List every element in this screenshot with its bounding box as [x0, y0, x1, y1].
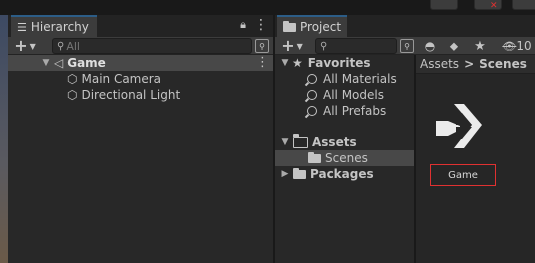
hierarchy-search-field[interactable]: ⚲: [52, 38, 252, 54]
hierarchy-item[interactable]: ⬡ Directional Light: [8, 87, 273, 103]
tab-label: Hierarchy: [30, 20, 89, 34]
scene-name: Game: [67, 56, 106, 70]
breadcrumb-current[interactable]: Scenes: [479, 57, 527, 71]
list-icon: ☰: [17, 20, 27, 34]
search-icon: ⚲: [57, 40, 65, 52]
hierarchy-item-label: Main Camera: [81, 72, 162, 86]
expand-triangle-icon: ▼: [281, 137, 289, 147]
project-search-field[interactable]: ⚲: [315, 38, 397, 54]
search-toolbar-button[interactable]: [430, 0, 458, 10]
tree-item-favorites[interactable]: ▼ ★ Favorites: [275, 55, 414, 71]
kebab-menu-icon[interactable]: ⋮: [254, 15, 268, 35]
search-icon: [307, 90, 317, 100]
folder-icon: [308, 151, 321, 163]
unity-scene-icon: ◁: [54, 56, 64, 70]
expand-triangle-icon: ▼: [42, 58, 50, 68]
breadcrumb-separator: >: [464, 57, 475, 71]
gameobject-cube-icon: ⬡: [67, 72, 78, 86]
scene-view-edge: [0, 15, 8, 263]
scene-search-icon[interactable]: ⚲: [255, 39, 269, 53]
tab-hierarchy[interactable]: ☰ Hierarchy: [11, 15, 97, 37]
tree-item-scenes[interactable]: Scenes: [275, 150, 414, 166]
create-button[interactable]: + ▼: [279, 37, 305, 55]
folder-open-icon: [292, 134, 308, 148]
hierarchy-search-input[interactable]: [64, 39, 251, 53]
tree-item-label: Assets: [312, 135, 357, 149]
filter-by-type-icon[interactable]: ◓: [421, 37, 439, 55]
star-icon: ★: [292, 56, 303, 70]
gameobject-cube-icon: ⬡: [67, 88, 78, 102]
favorites-star-icon[interactable]: ★: [471, 37, 489, 55]
search-by-type-icon[interactable]: ⚲: [400, 39, 414, 53]
tree-item-label: All Materials: [323, 72, 397, 86]
breadcrumb-root[interactable]: Assets: [420, 57, 459, 71]
breadcrumb: Assets > Scenes: [416, 55, 535, 74]
project-panel: Project + ▼ ⚲ ⚲ ◓ ⬥ ★ 👁︎ 10 ▼ ★ Favorite…: [275, 15, 535, 263]
project-toolbar: + ▼ ⚲ ⚲ ◓ ⬥ ★ 👁︎ 10: [275, 37, 535, 55]
expand-triangle-icon: ▼: [281, 58, 289, 68]
hierarchy-item[interactable]: ⬡ Main Camera: [8, 71, 273, 87]
project-content-area: Assets > Scenes Game: [416, 55, 535, 263]
account-toolbar-button[interactable]: [512, 0, 535, 10]
hierarchy-item-label: Directional Light: [81, 88, 181, 102]
search-icon: [307, 74, 317, 84]
unity-scene-icon: [436, 104, 482, 148]
asset-name-label[interactable]: Game: [430, 164, 496, 186]
collab-toolbar-button[interactable]: ✕: [474, 0, 502, 11]
lock-icon[interactable]: 🔒︎: [236, 17, 250, 33]
tree-item-favorite[interactable]: All Models: [275, 87, 414, 103]
collapsed-triangle-icon: ▶: [281, 169, 289, 179]
plus-icon: +: [14, 36, 28, 55]
folder-icon: [283, 20, 296, 32]
filter-by-label-icon[interactable]: ⬥: [445, 37, 463, 55]
plus-icon: +: [281, 36, 295, 55]
tree-item-packages[interactable]: ▶ Packages: [275, 166, 414, 182]
chevron-down-icon: ▼: [296, 41, 303, 51]
asset-item[interactable]: Game: [430, 97, 510, 187]
tree-item-label: Favorites: [307, 56, 371, 70]
hidden-packages-count: 10: [516, 39, 532, 53]
editor-top-strip: ✕: [0, 0, 535, 15]
project-folder-tree: ▼ ★ Favorites All Materials All Models A…: [275, 55, 414, 263]
create-button[interactable]: + ▼: [12, 37, 38, 55]
scene-row[interactable]: ▼ ◁ Game ⋮: [8, 55, 273, 71]
hierarchy-toolbar: + ▼ ⚲ ⚲: [8, 37, 273, 55]
tree-item-favorite[interactable]: All Prefabs: [275, 103, 414, 119]
project-search-input[interactable]: [327, 39, 396, 53]
search-icon: [307, 106, 317, 116]
eye-slash-icon: 👁︎: [502, 39, 517, 53]
hierarchy-panel: ☰ Hierarchy 🔒︎ ⋮ + ▼ ⚲ ⚲ ▼ ◁ Game ⋮ ⬡ Ma…: [8, 15, 273, 263]
tree-item-assets[interactable]: ▼ Assets: [275, 134, 414, 150]
tree-item-label: All Prefabs: [323, 104, 387, 118]
tree-item-label: All Models: [323, 88, 384, 102]
chevron-down-icon: ▼: [29, 41, 36, 51]
asset-name: Game: [448, 169, 478, 181]
error-x-icon: ✕: [490, 1, 498, 11]
tree-item-label: Scenes: [325, 151, 368, 165]
tab-label: Project: [300, 20, 342, 34]
folder-icon: [293, 167, 306, 179]
tree-item-label: Packages: [310, 167, 374, 181]
tab-project[interactable]: Project: [277, 15, 347, 37]
tree-item-favorite[interactable]: All Materials: [275, 71, 414, 87]
search-icon: ⚲: [320, 40, 328, 52]
hidden-packages-button[interactable]: 👁︎ 10: [499, 37, 535, 55]
scene-kebab-icon[interactable]: ⋮: [256, 55, 269, 70]
